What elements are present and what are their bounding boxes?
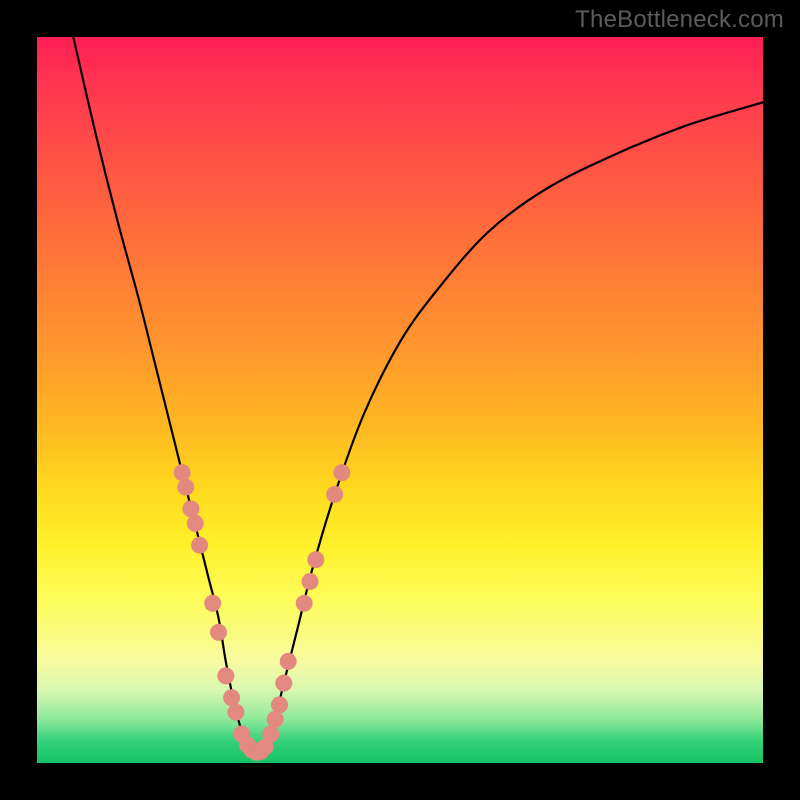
highlight-dot — [210, 624, 227, 641]
highlight-dot — [217, 667, 234, 684]
highlight-dot — [307, 551, 324, 568]
highlight-dot — [187, 515, 204, 532]
watermark-label: TheBottleneck.com — [575, 6, 784, 34]
chart-svg — [37, 37, 763, 763]
highlight-dot — [275, 675, 292, 692]
highlight-dot — [296, 595, 313, 612]
highlight-dot — [326, 486, 343, 503]
highlight-dot — [204, 595, 221, 612]
plot-area — [37, 37, 763, 763]
highlight-dot — [191, 537, 208, 554]
highlight-dot — [182, 500, 199, 517]
highlight-dot — [174, 464, 191, 481]
chart-frame: TheBottleneck.com — [0, 0, 800, 800]
highlight-dot — [267, 711, 284, 728]
highlight-dot — [177, 479, 194, 496]
highlight-dot — [280, 653, 297, 670]
highlight-dot — [333, 464, 350, 481]
highlight-dot — [271, 696, 288, 713]
highlight-dot — [302, 573, 319, 590]
highlight-dot — [227, 704, 244, 721]
bottleneck-curve — [73, 37, 763, 752]
highlight-dot — [223, 689, 240, 706]
highlight-dot — [262, 726, 279, 743]
highlight-dots — [174, 464, 351, 760]
